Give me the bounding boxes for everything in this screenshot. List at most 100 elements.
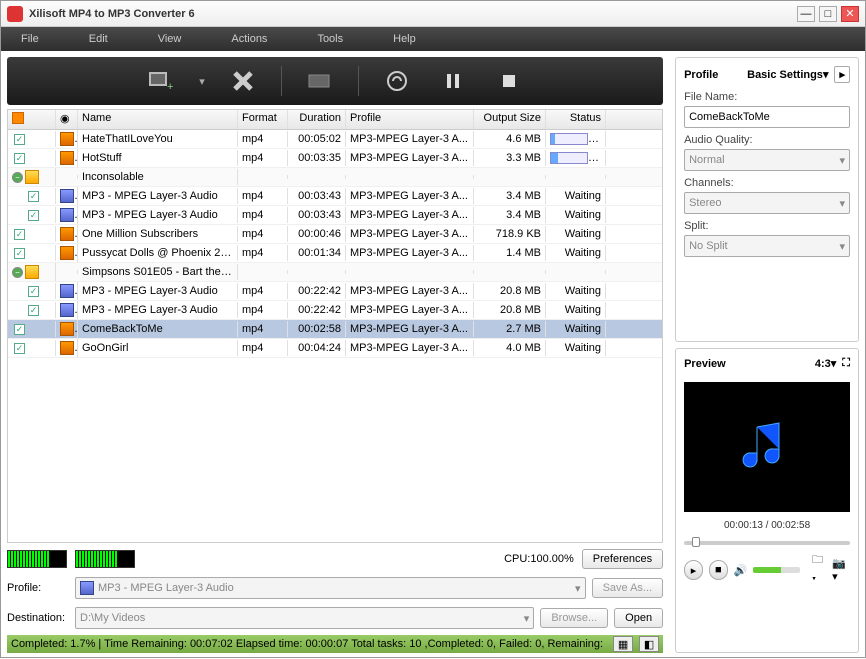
menu-file[interactable]: File — [21, 33, 39, 45]
format-header[interactable]: Format — [238, 110, 288, 129]
table-row[interactable]: − Simpsons S01E05 - Bart the G... — [8, 263, 662, 282]
row-name: MP3 - MPEG Layer-3 Audio — [78, 188, 238, 204]
status-bar: Completed: 1.7% | Time Remaining: 00:07:… — [7, 635, 663, 653]
status-report-button[interactable]: ▦ — [613, 636, 633, 652]
type-header[interactable]: ◉ — [56, 110, 78, 129]
aspect-ratio-dropdown[interactable]: 4:3▾ — [815, 357, 836, 370]
app-logo — [7, 6, 23, 22]
menu-bar: File Edit View Actions Tools Help — [1, 27, 865, 51]
split-combo[interactable]: No Split▾ — [684, 235, 850, 257]
table-row[interactable]: ✓HotStuffmp400:03:35MP3-MPEG Layer-3 A..… — [8, 149, 662, 168]
name-header[interactable]: Name — [78, 110, 238, 129]
video-icon — [60, 227, 74, 241]
destination-combo[interactable]: D:\My Videos▾ — [75, 607, 534, 629]
volume-icon[interactable]: 🔊 — [734, 564, 748, 577]
open-button[interactable]: Open — [614, 608, 663, 628]
audio-icon — [60, 303, 74, 317]
pause-button[interactable] — [435, 63, 471, 99]
preferences-button[interactable]: Preferences — [582, 549, 663, 569]
row-name: Pussycat Dolls @ Phoenix 24... — [78, 245, 238, 261]
quality-label: Audio Quality: — [684, 134, 850, 146]
music-note-icon — [737, 417, 797, 477]
row-checkbox[interactable]: ✓ — [14, 134, 25, 145]
table-row[interactable]: ✓ComeBackToMemp400:02:58MP3-MPEG Layer-3… — [8, 320, 662, 339]
folder-icon — [25, 170, 39, 184]
filename-input[interactable]: ComeBackToMe — [684, 106, 850, 128]
row-checkbox[interactable]: ✓ — [14, 343, 25, 354]
expand-icon[interactable]: − — [12, 267, 23, 278]
row-checkbox[interactable]: ✓ — [28, 286, 39, 297]
expand-icon[interactable]: − — [12, 172, 23, 183]
file-grid[interactable]: ◉ Name Format Duration Profile Output Si… — [7, 109, 663, 543]
channels-combo[interactable]: Stereo▾ — [684, 192, 850, 214]
snapshot-folder-button[interactable]: 🗀▾ — [812, 551, 826, 589]
volume-slider[interactable] — [753, 567, 800, 573]
menu-view[interactable]: View — [158, 33, 182, 45]
row-name: GoOnGirl — [78, 340, 238, 356]
row-checkbox[interactable]: ✓ — [28, 210, 39, 221]
table-row[interactable]: ✓MP3 - MPEG Layer-3 Audiomp400:22:42MP3-… — [8, 282, 662, 301]
row-checkbox[interactable]: ✓ — [14, 248, 25, 259]
menu-edit[interactable]: Edit — [89, 33, 108, 45]
profile-header[interactable]: Profile — [346, 110, 474, 129]
minimize-button[interactable]: — — [797, 6, 815, 22]
table-row[interactable]: ✓MP3 - MPEG Layer-3 Audiomp400:03:43MP3-… — [8, 187, 662, 206]
row-checkbox[interactable]: ✓ — [14, 153, 25, 164]
menu-tools[interactable]: Tools — [317, 33, 343, 45]
table-row[interactable]: ✓One Million Subscribersmp400:00:46MP3-M… — [8, 225, 662, 244]
clip-button[interactable] — [302, 63, 338, 99]
status-header[interactable]: Status — [546, 110, 606, 129]
table-row[interactable]: −Inconsolable — [8, 168, 662, 187]
profile-combo[interactable]: MP3 - MPEG Layer-3 Audio▾ — [75, 577, 586, 599]
fullscreen-icon[interactable]: ⛶ — [842, 357, 850, 370]
audio-icon — [60, 284, 74, 298]
table-row[interactable]: ✓HateThatILoveYoump400:05:02MP3-MPEG Lay… — [8, 130, 662, 149]
preview-title: Preview — [684, 358, 726, 370]
menu-actions[interactable]: Actions — [231, 33, 267, 45]
video-icon — [60, 341, 74, 355]
table-row[interactable]: ✓GoOnGirlmp400:04:24MP3-MPEG Layer-3 A..… — [8, 339, 662, 358]
size-header[interactable]: Output Size — [474, 110, 546, 129]
folder-icon — [25, 265, 39, 279]
settings-dropdown[interactable]: Basic Settings▾ — [747, 68, 828, 81]
row-name: MP3 - MPEG Layer-3 Audio — [78, 283, 238, 299]
row-checkbox[interactable]: ✓ — [14, 324, 25, 335]
channels-label: Channels: — [684, 177, 850, 189]
row-checkbox[interactable]: ✓ — [14, 229, 25, 240]
quality-combo[interactable]: Normal▾ — [684, 149, 850, 171]
grid-header: ◉ Name Format Duration Profile Output Si… — [8, 110, 662, 130]
duration-header[interactable]: Duration — [288, 110, 346, 129]
preview-video[interactable] — [684, 382, 850, 512]
audio-icon — [60, 189, 74, 203]
row-checkbox[interactable]: ✓ — [28, 305, 39, 316]
stop-preview-button[interactable]: ■ — [709, 560, 728, 580]
convert-button[interactable] — [379, 63, 415, 99]
menu-help[interactable]: Help — [393, 33, 416, 45]
browse-button[interactable]: Browse... — [540, 608, 608, 628]
row-name: MP3 - MPEG Layer-3 Audio — [78, 207, 238, 223]
close-button[interactable]: ✕ — [841, 6, 859, 22]
play-button[interactable]: ▸ — [684, 560, 703, 580]
profile-panel: Profile Basic Settings▾ ▸ File Name: Com… — [675, 57, 859, 342]
cpu-graph-1 — [7, 550, 67, 568]
row-checkbox[interactable]: ✓ — [28, 191, 39, 202]
row-name: Simpsons S01E05 - Bart the G... — [78, 264, 238, 280]
cpu-bar: CPU:100.00% Preferences — [7, 547, 663, 571]
settings-expand-button[interactable]: ▸ — [834, 66, 850, 83]
snapshot-button[interactable]: 📷▾ — [832, 557, 850, 583]
stop-button[interactable] — [491, 63, 527, 99]
row-name: ComeBackToMe — [78, 321, 238, 337]
svg-text:+: + — [167, 81, 173, 92]
seek-slider[interactable] — [684, 541, 850, 545]
select-all-checkbox[interactable] — [12, 112, 24, 124]
table-row[interactable]: ✓MP3 - MPEG Layer-3 Audiomp400:22:42MP3-… — [8, 301, 662, 320]
table-row[interactable]: ✓Pussycat Dolls @ Phoenix 24...mp400:01:… — [8, 244, 662, 263]
add-file-button[interactable]: + — [143, 63, 179, 99]
title-bar: Xilisoft MP4 to MP3 Converter 6 — □ ✕ — [1, 1, 865, 27]
remove-button[interactable] — [225, 63, 261, 99]
cpu-graph-2 — [75, 550, 135, 568]
maximize-button[interactable]: □ — [819, 6, 837, 22]
table-row[interactable]: ✓MP3 - MPEG Layer-3 Audiomp400:03:43MP3-… — [8, 206, 662, 225]
save-as-button[interactable]: Save As... — [592, 578, 664, 598]
status-actions-button[interactable]: ◧ — [639, 636, 659, 652]
